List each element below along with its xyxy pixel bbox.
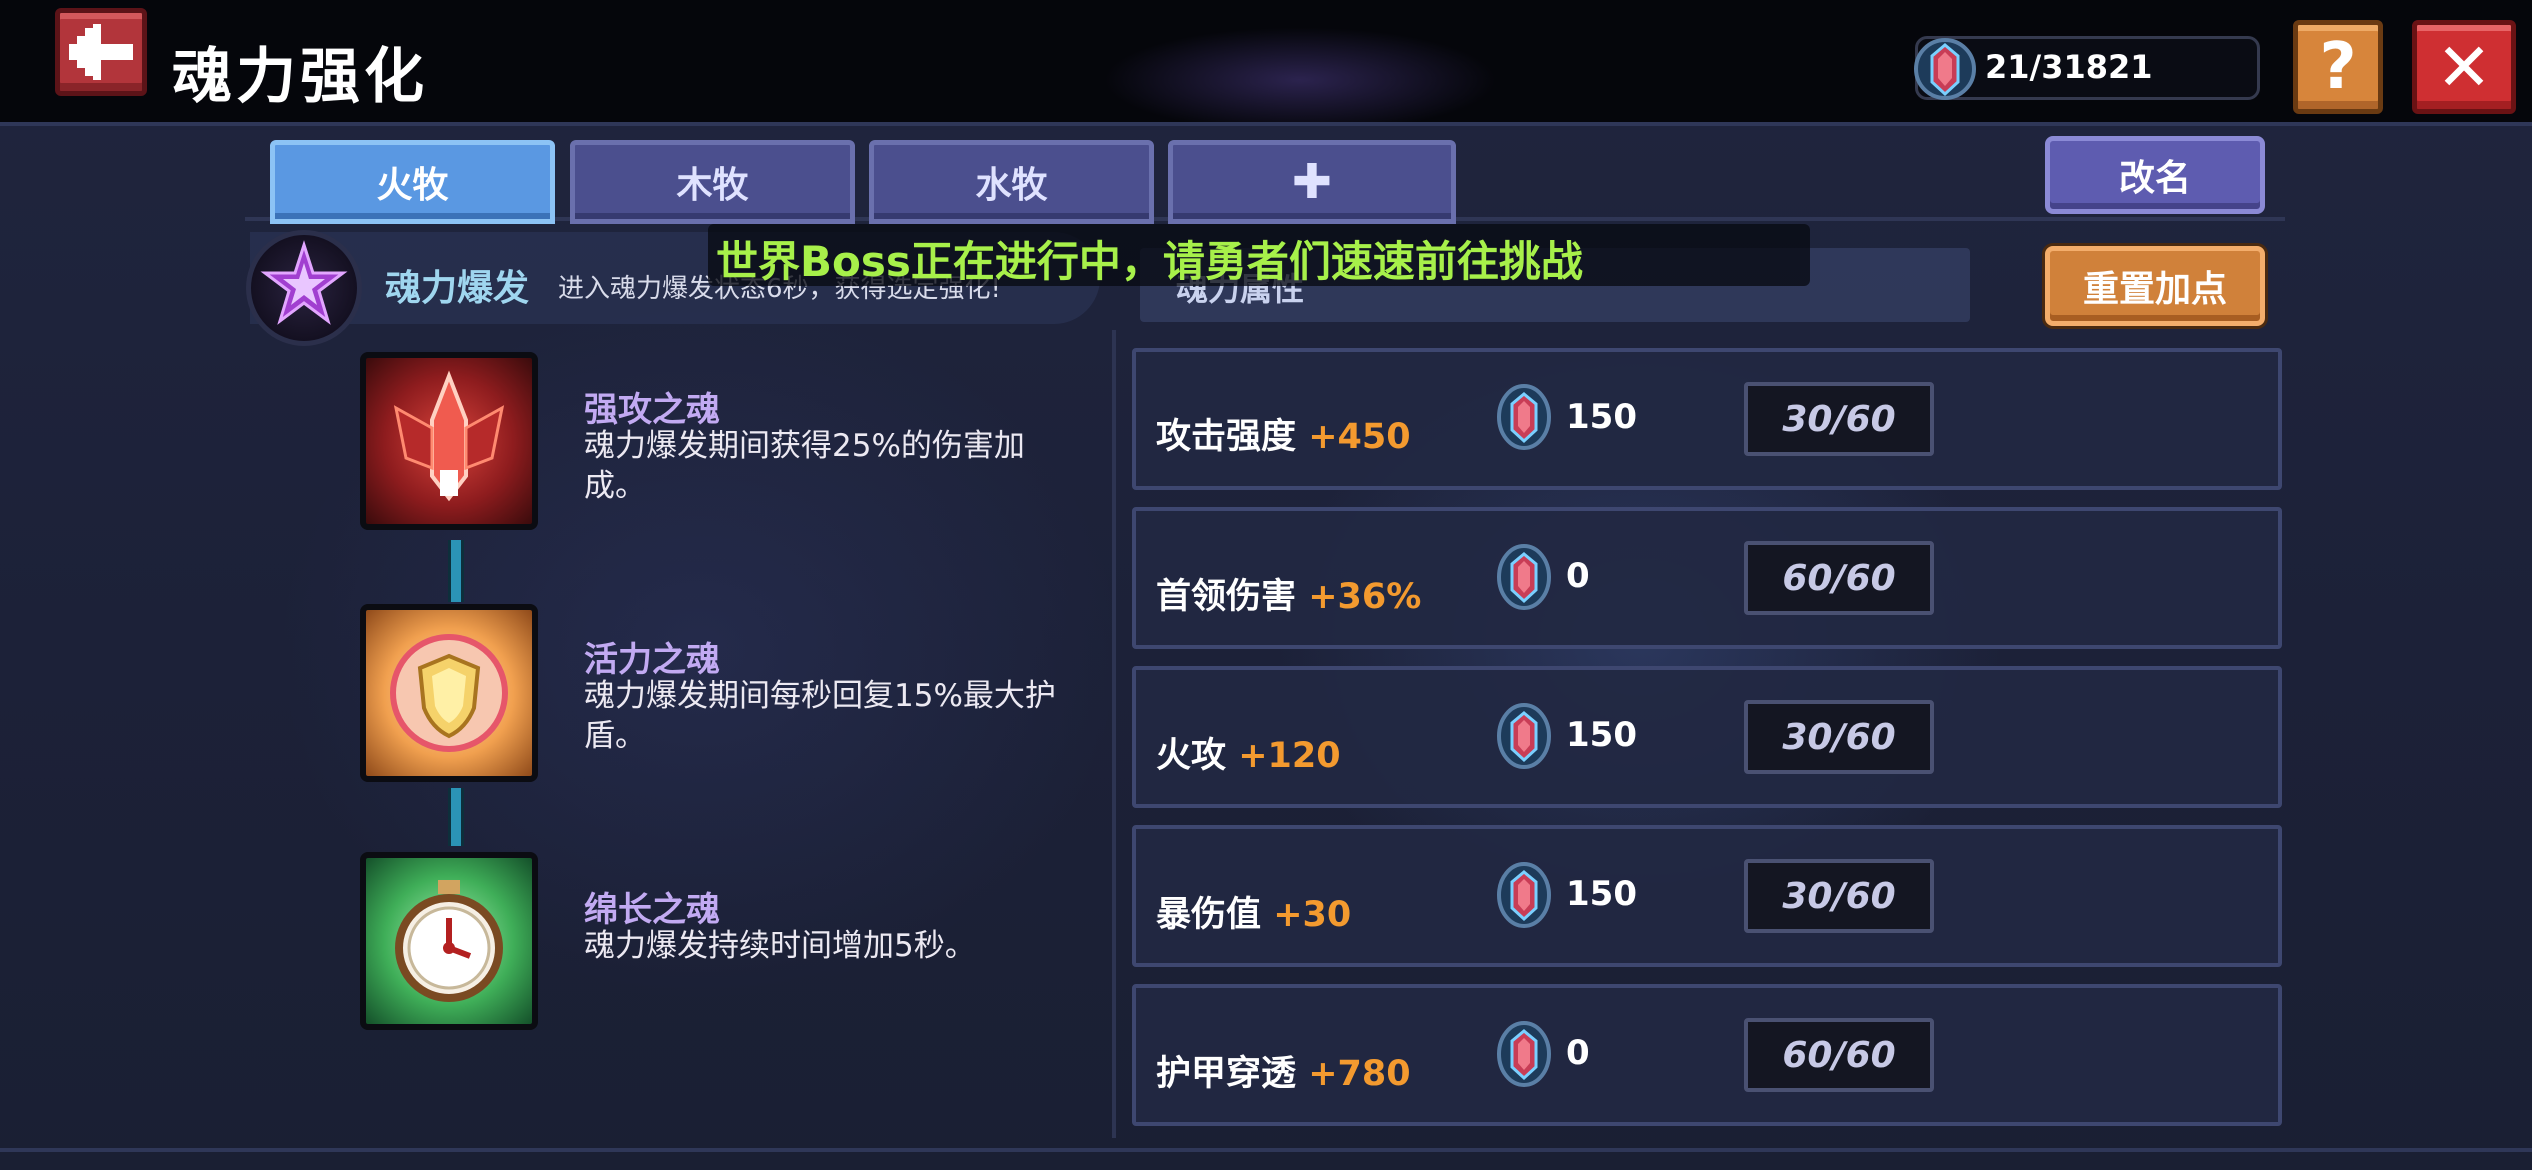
attribute-level-button[interactable]: 30/60: [1744, 700, 1934, 774]
soul-gem-icon: [1497, 384, 1551, 450]
back-button[interactable]: [55, 8, 147, 96]
top-bar-glow: [1050, 0, 1550, 122]
attribute-level-button[interactable]: 30/60: [1744, 382, 1934, 456]
attribute-label: 护甲穿透 +780: [1156, 1045, 1411, 1096]
attribute-bonus: +30: [1273, 895, 1352, 935]
tab-fire-priest[interactable]: 火牧: [270, 140, 555, 224]
attribute-level-button[interactable]: 30/60: [1744, 859, 1934, 933]
burst-label: 魂力爆发: [385, 268, 530, 309]
attribute-name: 首领伤害: [1156, 577, 1297, 617]
soul-description: 魂力爆发期间获得25%的伤害加成。: [584, 428, 1025, 504]
soul-gem-icon: [1497, 862, 1551, 928]
attribute-cost: 150: [1566, 874, 1637, 914]
burst-crystal-icon: [260, 240, 348, 325]
soul-gem-icon: [1497, 703, 1551, 769]
soul-description: 魂力爆发持续时间增加5秒。: [584, 928, 976, 964]
announcement-text: 世界Boss正在进行中，请勇者们速速前往挑战: [716, 237, 1583, 286]
close-button[interactable]: ✕: [2412, 20, 2516, 114]
attribute-cost: 0: [1566, 556, 1590, 596]
soul-gem-icon: [1497, 1021, 1551, 1087]
tab-wood-priest[interactable]: 木牧: [570, 140, 855, 224]
soul-item-attack[interactable]: [360, 352, 538, 530]
back-arrow-icon: [69, 24, 133, 80]
vitality-soul-icon: [390, 634, 508, 752]
currency-count: 21/31821: [1985, 48, 2153, 86]
attribute-cost: 150: [1566, 397, 1637, 437]
attribute-bonus: +120: [1238, 736, 1341, 776]
soul-name: 强攻之魂: [584, 390, 720, 430]
duration-soul-icon: [395, 880, 503, 1002]
top-bar-divider: [0, 122, 2532, 126]
soul-name: 活力之魂: [584, 640, 720, 680]
rename-button[interactable]: 改名: [2045, 136, 2265, 214]
reset-points-button[interactable]: 重置加点: [2045, 246, 2265, 326]
page-title: 魂力强化: [172, 42, 428, 112]
tab-water-priest[interactable]: 水牧: [869, 140, 1154, 224]
attribute-level-button[interactable]: 60/60: [1744, 541, 1934, 615]
soul-gem-icon: [1497, 544, 1551, 610]
attribute-label: 暴伤值 +30: [1156, 886, 1351, 937]
attribute-cost: 0: [1566, 1033, 1590, 1073]
attribute-bonus: +780: [1308, 1054, 1411, 1094]
attribute-label: 首领伤害 +36%: [1156, 568, 1421, 619]
soul-name: 绵长之魂: [584, 890, 720, 930]
attribute-cost: 150: [1566, 715, 1637, 755]
soul-item-duration[interactable]: [360, 852, 538, 1030]
attribute-label: 攻击强度 +450: [1156, 408, 1411, 459]
attribute-name: 攻击强度: [1156, 417, 1297, 457]
soul-description: 魂力爆发期间每秒回复15%最大护盾。: [584, 678, 1056, 754]
attribute-level-button[interactable]: 60/60: [1744, 1018, 1934, 1092]
bottom-divider: [0, 1148, 2532, 1152]
attribute-name: 火攻: [1156, 736, 1227, 776]
soul-burst-icon[interactable]: [246, 230, 362, 346]
soul-item-vitality[interactable]: [360, 604, 538, 782]
panel-divider: [1112, 330, 1116, 1138]
attribute-bonus: +450: [1308, 417, 1411, 457]
help-button[interactable]: ?: [2293, 20, 2383, 114]
attribute-label: 火攻 +120: [1156, 727, 1341, 778]
attribute-bonus: +36%: [1308, 577, 1422, 617]
soul-connector: [448, 540, 464, 602]
help-icon: ?: [2319, 30, 2357, 104]
close-icon: ✕: [2436, 28, 2492, 106]
attribute-name: 暴伤值: [1156, 895, 1262, 935]
tab-add-plus-icon[interactable]: ✚: [1168, 140, 1456, 224]
attribute-name: 护甲穿透: [1156, 1054, 1297, 1094]
soul-connector: [448, 788, 464, 846]
soul-gem-icon: [1914, 38, 1976, 100]
attack-soul-icon: [393, 370, 505, 502]
